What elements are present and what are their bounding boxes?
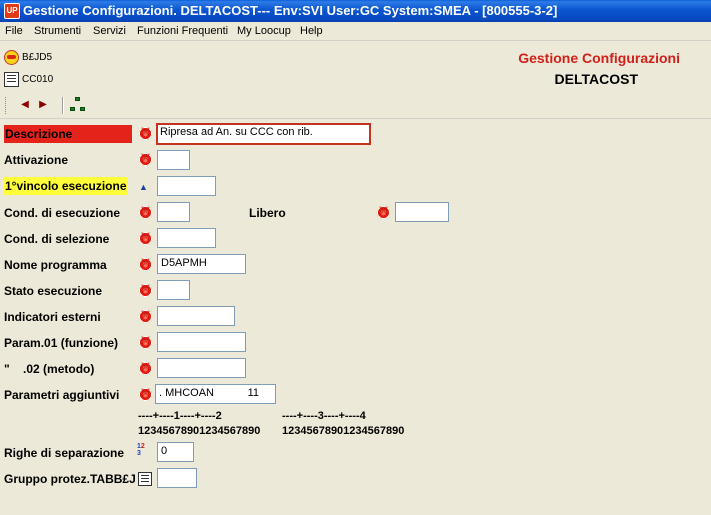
tree-structure-icon[interactable] (70, 97, 86, 113)
menu-funzioni-frequenti[interactable]: Funzioni Frequenti (137, 25, 228, 37)
attivazione-label: Attivazione (4, 153, 69, 167)
toolbar-separator (62, 97, 64, 114)
ruler-right-bottom: 12345678901234567890 (282, 425, 405, 437)
header-code-row-2: CC010 (4, 70, 53, 88)
arrow-left-icon[interactable]: ◀ (18, 97, 32, 113)
toolbar: ◀ ▶ (0, 92, 711, 119)
field-status-icon[interactable] (137, 124, 154, 142)
component-smile-icon (4, 49, 19, 65)
menu-file[interactable]: File (5, 25, 23, 37)
page-subtitle: DELTACOST (554, 71, 638, 87)
stato-esecuzione-field[interactable] (157, 280, 190, 300)
parametri-aggiuntivi-field[interactable]: . MHCOAN 11 3 (155, 384, 276, 404)
field-status-icon[interactable] (375, 203, 392, 221)
numeric-123-icon[interactable]: 12 3 (137, 443, 151, 459)
table-icon[interactable] (138, 472, 152, 486)
field-status-icon[interactable] (137, 229, 154, 247)
window-title: Gestione Configurazioni. DELTACOST--- En… (23, 3, 558, 18)
vincolo-field[interactable] (157, 176, 216, 196)
param-metodo-field[interactable] (157, 358, 246, 378)
ruler-right-top: ----+----3----+----4 (282, 410, 366, 422)
nome-programma-field[interactable]: D5APMH (157, 254, 246, 274)
arrow-right-icon[interactable]: ▶ (36, 97, 50, 113)
righe-separazione-field[interactable]: 0 (157, 442, 194, 462)
ruler-left-top: ----+----1----+----2 (138, 410, 222, 422)
table-icon (4, 71, 19, 87)
page-header: B£JD5 CC010 Gestione Configurazioni DELT… (0, 41, 711, 91)
header-code-2: CC010 (22, 73, 54, 85)
form-area: Descrizione Ripresa ad An. su CCC con ri… (0, 120, 711, 515)
libero-field[interactable] (395, 202, 449, 222)
window-title-bar[interactable]: UP Gestione Configurazioni. DELTACOST---… (0, 0, 711, 22)
field-status-icon[interactable] (137, 281, 154, 299)
righe-separazione-label: Righe di separazione (4, 446, 125, 460)
menu-servizi[interactable]: Servizi (93, 25, 126, 37)
vincolo-label: 1°vincolo esecuzione (4, 177, 128, 195)
field-status-icon[interactable] (137, 385, 154, 403)
page-title: Gestione Configurazioni (518, 50, 680, 66)
field-status-icon[interactable] (137, 150, 154, 168)
indicatori-esterni-field[interactable] (157, 306, 235, 326)
header-code-row-1: B£JD5 (4, 48, 52, 66)
cond-selezione-label: Cond. di selezione (4, 232, 110, 246)
triangle-up-icon[interactable]: ▲ (139, 182, 149, 192)
descrizione-field[interactable]: Ripresa ad An. su CCC con rib. (156, 123, 371, 145)
app-logo-icon: UP (4, 3, 20, 19)
toolbar-grip[interactable] (5, 97, 8, 114)
libero-label: Libero (249, 206, 286, 220)
cond-esecuzione-label: Cond. di esecuzione (4, 206, 121, 220)
param-funzione-label: Param.01 (funzione) (4, 336, 119, 350)
cond-selezione-field[interactable] (157, 228, 216, 248)
nome-programma-label: Nome programma (4, 258, 107, 272)
param-funzione-field[interactable] (157, 332, 246, 352)
indicatori-esterni-label: Indicatori esterni (4, 310, 101, 324)
field-status-icon[interactable] (137, 255, 154, 273)
menu-help[interactable]: Help (300, 25, 323, 37)
field-status-icon[interactable] (137, 307, 154, 325)
gruppo-protez-label: Gruppo protez.TABB£J (4, 472, 136, 486)
ruler-left-bottom: 12345678901234567890 (138, 425, 261, 437)
field-status-icon[interactable] (137, 359, 154, 377)
cond-esecuzione-field[interactable] (157, 202, 190, 222)
parametri-aggiuntivi-label: Parametri aggiuntivi (4, 388, 120, 402)
field-status-icon[interactable] (137, 333, 154, 351)
menu-bar: File Strumenti Servizi Funzioni Frequent… (0, 22, 711, 41)
field-status-icon[interactable] (137, 203, 154, 221)
gruppo-protez-field[interactable] (157, 468, 197, 488)
param-metodo-label: " .02 (metodo) (4, 362, 95, 376)
descrizione-label: Descrizione (4, 125, 132, 143)
stato-esecuzione-label: Stato esecuzione (4, 284, 103, 298)
attivazione-field[interactable] (157, 150, 190, 170)
menu-my-loocup[interactable]: My Loocup (237, 25, 291, 37)
menu-strumenti[interactable]: Strumenti (34, 25, 81, 37)
header-code-1: B£JD5 (22, 51, 53, 63)
